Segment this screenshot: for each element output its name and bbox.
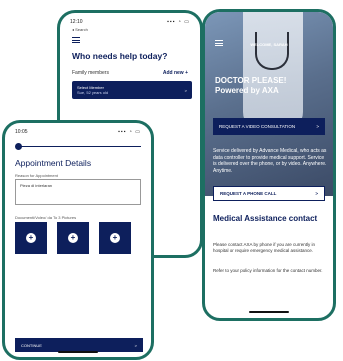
add-new-button[interactable]: Add new + [163, 70, 188, 76]
chevron-right-icon: > [184, 87, 187, 93]
hero-headline: DOCTOR PLEASE! Powered by AXA [215, 76, 286, 96]
plus-icon: + [26, 233, 36, 243]
policy-body-text: Refer to your policy information for the… [213, 268, 323, 273]
contact-body-text: Please contact AXA by phone if you are c… [213, 242, 316, 253]
reason-label: Reason for Appointment [15, 173, 58, 178]
reason-input[interactable]: Pieza di interlaran [15, 179, 141, 205]
status-icons: ▪▪▪ ◔ ▭ [167, 19, 190, 25]
service-blurb: Service delivered by Advance Medical, wh… [213, 148, 327, 174]
phone-appointment-details: 10:05 ▪▪▪ ◔ ▭ Appointment Details Reason… [2, 120, 154, 360]
progress-indicator [15, 143, 141, 151]
home-indicator [58, 351, 98, 353]
family-members-label: Family members [72, 70, 109, 76]
phone-call-button[interactable]: REQUEST A PHONE CALL > [213, 186, 325, 201]
select-member-button[interactable]: Select Member Sue, 52 years old > [72, 81, 192, 99]
video-consultation-button[interactable]: REQUEST A VIDEO CONSULTATION > [213, 118, 325, 135]
section-title: Medical Assistance contact [213, 214, 318, 223]
menu-icon[interactable] [72, 37, 80, 45]
chevron-right-icon: > [316, 124, 319, 129]
back-link[interactable]: ◂ Search [72, 27, 88, 32]
progress-line [19, 146, 141, 147]
phone-doctor-please: WELCOME, SARAH DOCTOR PLEASE! Powered by… [202, 9, 336, 321]
documents-label: Documenti/Voleo/ da To 3 Pictures [15, 215, 77, 220]
status-bar: 12:10 ▪▪▪ ◔ ▭ [60, 13, 200, 28]
call-button-label: REQUEST A PHONE CALL [220, 191, 277, 196]
hero-banner: WELCOME, SARAH DOCTOR PLEASE! Powered by… [205, 12, 333, 196]
video-button-label: REQUEST A VIDEO CONSULTATION [219, 124, 296, 129]
progress-dot [15, 143, 22, 150]
headline-line2: Powered by AXA [215, 86, 279, 95]
top-bar: WELCOME, SARAH [205, 38, 333, 50]
welcome-text: WELCOME, SARAH [250, 41, 288, 47]
continue-label: CONTINUE [21, 342, 42, 348]
doctor-coat-image [243, 12, 303, 132]
page-title: Who needs help today? [72, 51, 168, 61]
status-time: 12:10 [70, 19, 83, 25]
status-bar: 10:05 ▪▪▪ ◔ ▭ [5, 123, 151, 138]
member-text: Select Member Sue, 52 years old [77, 85, 108, 95]
upload-tile-1[interactable]: + [15, 222, 47, 254]
page-title: Appointment Details [15, 158, 92, 168]
status-icons: ▪▪▪ ◔ ▭ [118, 129, 141, 135]
continue-button[interactable]: CONTINUE > [15, 338, 143, 352]
upload-tiles: + + + [15, 222, 141, 254]
upload-tile-3[interactable]: + [99, 222, 131, 254]
family-members-row: Family members Add new + [72, 70, 188, 76]
member-line2: Sue, 52 years old [77, 90, 109, 95]
home-indicator [249, 311, 289, 313]
chevron-right-icon: > [315, 191, 318, 196]
headline-line1: DOCTOR PLEASE! [215, 76, 287, 85]
plus-icon: + [68, 233, 78, 243]
status-time: 10:05 [15, 129, 28, 135]
plus-icon: + [110, 233, 120, 243]
menu-icon[interactable] [215, 40, 223, 48]
chevron-right-icon: > [134, 342, 137, 348]
upload-tile-2[interactable]: + [57, 222, 89, 254]
